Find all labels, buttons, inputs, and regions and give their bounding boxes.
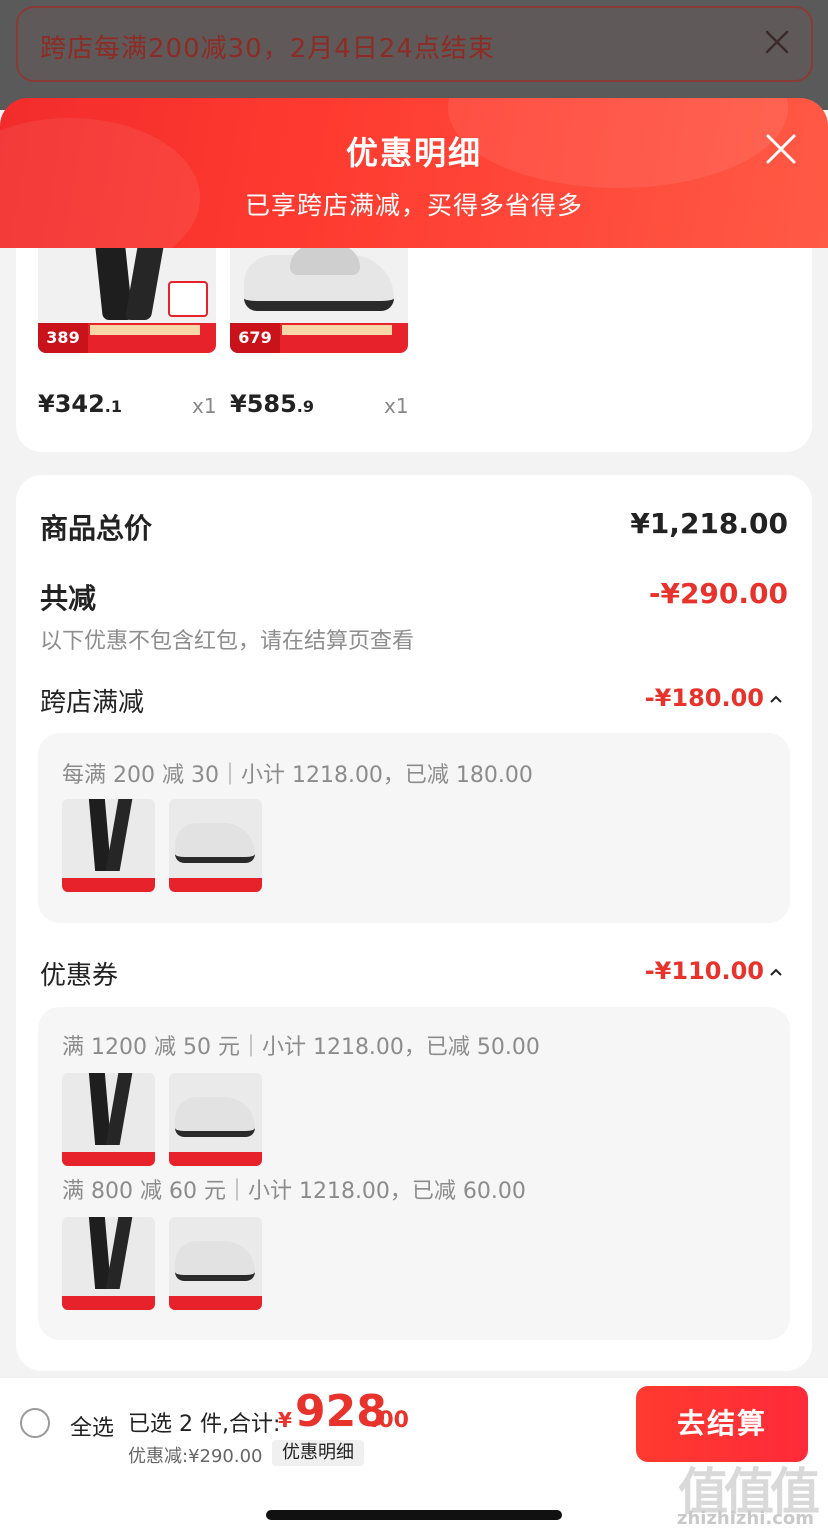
product-qty: x1: [192, 394, 217, 418]
product-price: ¥342.1: [38, 390, 122, 418]
home-indicator[interactable]: [266, 1510, 562, 1520]
rule-text: 每满 200 减 30｜小计 1218.00，已减 180.00: [62, 763, 533, 788]
promo-notice-text: 跨店每满200减30，2月4日24点结束: [40, 34, 495, 64]
product-qty: x1: [384, 394, 409, 418]
select-all-radio[interactable]: [20, 1408, 50, 1438]
promo-banner: [169, 878, 262, 892]
shoe-graphic: [175, 823, 255, 863]
price-integer: ¥342: [38, 390, 105, 418]
cross-store-detail: 每满 200 减 30｜小计 1218.00，已减 180.00: [38, 733, 790, 923]
product-thumbnail[interactable]: [169, 1073, 262, 1166]
promo-banner: [62, 1152, 155, 1166]
price-integer: ¥585: [230, 390, 297, 418]
coupon-detail: 满 1200 减 50 元｜小计 1218.00，已减 50.00 满 800 …: [38, 1007, 790, 1340]
sheet-subtitle: 已享跨店满减，买得多省得多: [244, 191, 583, 220]
promo-banner: [62, 1296, 155, 1310]
price-decimal: .9: [296, 397, 315, 416]
sock-promo-graphic: [168, 281, 208, 317]
chevron-up-icon[interactable]: [768, 691, 784, 707]
product-price: ¥585.9: [230, 390, 314, 418]
product-thumbnail[interactable]: [62, 799, 155, 892]
product-thumbnail[interactable]: [62, 1073, 155, 1166]
price-tag: 389: [38, 323, 88, 353]
rule-text: 满 800 减 60 元｜小计 1218.00，已减 60.00: [62, 1179, 526, 1204]
price-decimal: .1: [104, 397, 123, 416]
shoe-graphic: [175, 1241, 255, 1281]
rule-text: 满 1200 减 50 元｜小计 1218.00，已减 50.00: [62, 1035, 540, 1060]
close-icon[interactable]: [761, 26, 793, 58]
discount-detail-button[interactable]: 优惠明细: [272, 1440, 364, 1466]
total-price-value: ¥1,218.00: [630, 507, 788, 540]
promo-strip: [90, 325, 200, 335]
discount-sheet-header: 优惠明细 已享跨店满减，买得多省得多: [0, 98, 828, 248]
promo-banner: [169, 1296, 262, 1310]
product-thumbnail[interactable]: [169, 799, 262, 892]
promo-banner: [169, 1152, 262, 1166]
hint-text: 以下优惠不包含红包，请在结算页查看: [40, 629, 415, 654]
watermark-text: zhizhizhi.com: [676, 1508, 814, 1529]
promo-notice-bar: 跨店每满200减30，2月4日24点结束: [16, 6, 813, 82]
close-icon[interactable]: [764, 132, 798, 166]
total-amount-decimal: .00: [370, 1408, 409, 1433]
total-currency: ¥: [278, 1408, 292, 1432]
total-price-label: 商品总价: [40, 512, 153, 545]
total-reduce-label: 共减: [40, 582, 97, 615]
product-thumbnail[interactable]: [169, 1217, 262, 1310]
promo-strip: [282, 325, 392, 335]
coupon-value: -¥110.00: [644, 957, 764, 985]
pants-graphic-2: [105, 799, 133, 871]
pants-graphic-2: [105, 1073, 133, 1145]
shoe-graphic: [175, 1097, 255, 1137]
pants-graphic-2: [105, 1217, 133, 1289]
discount-amount-text: 优惠减:¥290.00: [128, 1446, 263, 1467]
coupon-label: 优惠券: [40, 961, 119, 991]
summary-card: 商品总价 ¥1,218.00 共减 -¥290.00 以下优惠不包含红包，请在结…: [16, 475, 812, 1371]
checkout-button[interactable]: 去结算: [636, 1386, 808, 1462]
chevron-up-icon[interactable]: [768, 964, 784, 980]
shoe-graphic-top: [290, 245, 360, 275]
products-card: 389 ¥342.1 x1 679 ¥585.9 x1: [16, 225, 812, 452]
promo-banner: [62, 878, 155, 892]
cross-store-label: 跨店满减: [40, 688, 145, 718]
price-tag: 679: [230, 323, 280, 353]
sheet-title: 优惠明细: [345, 134, 482, 172]
selected-count-text: 已选 2 件,合计:: [128, 1412, 281, 1437]
product-thumbnail[interactable]: [62, 1217, 155, 1310]
cross-store-value: -¥180.00: [644, 684, 764, 712]
total-reduce-value: -¥290.00: [648, 577, 788, 610]
select-all-label[interactable]: 全选: [70, 1410, 114, 1442]
